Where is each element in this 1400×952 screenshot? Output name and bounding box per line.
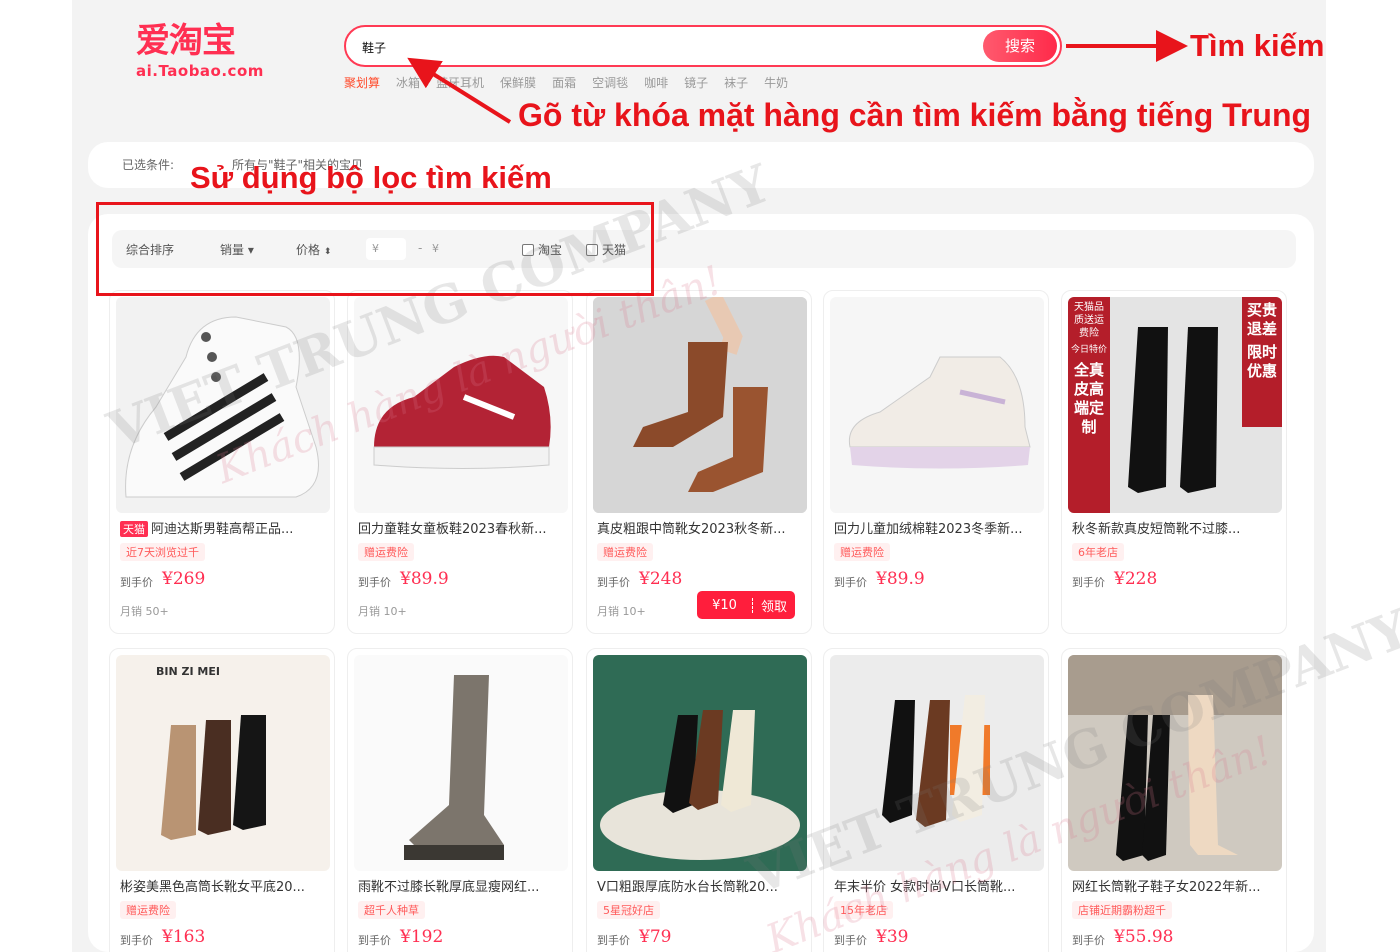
- annotation-arrows: [407, 30, 1188, 124]
- page: 爱淘宝 ai.Taobao.com 搜索 聚划算 冰箱 蓝牙耳机 保鲜膜 面霜 …: [0, 0, 1400, 952]
- arrow-to-search-input: [407, 57, 512, 124]
